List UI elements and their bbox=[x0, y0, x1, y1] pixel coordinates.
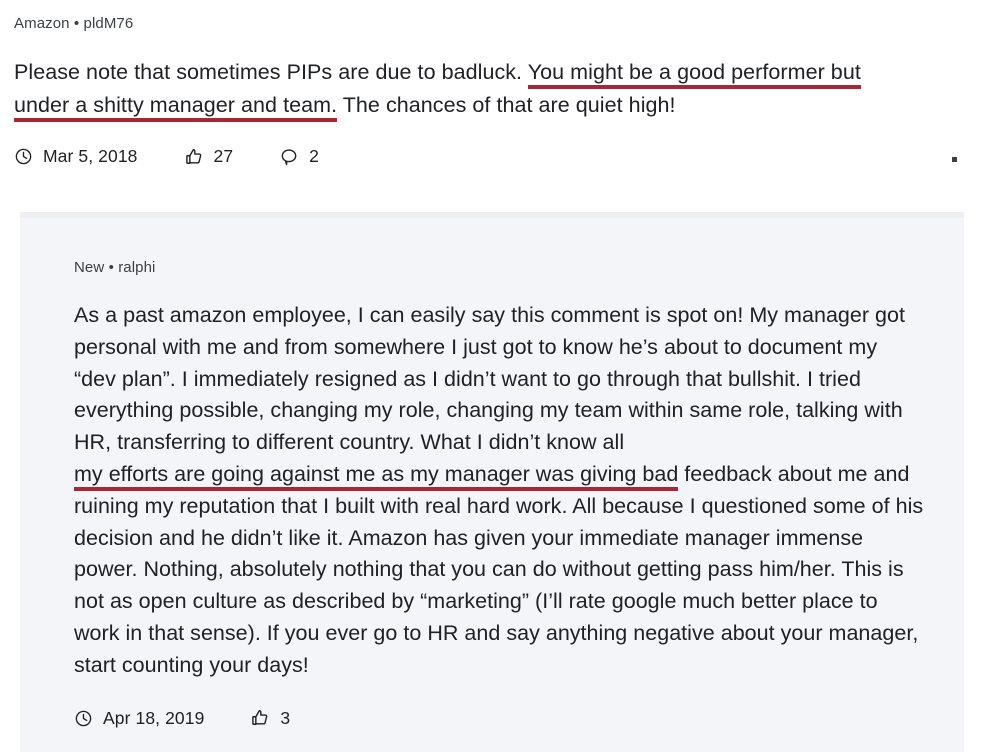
post-source-label: Amazon • pldM76 bbox=[14, 15, 134, 32]
post-comments[interactable]: 2 bbox=[279, 146, 319, 167]
clock-icon bbox=[74, 709, 93, 728]
reply-likes[interactable]: 3 bbox=[250, 708, 290, 729]
post-body-highlight-3: under a shitty manager and team. bbox=[14, 93, 338, 117]
reply-likes-count: 3 bbox=[280, 707, 291, 728]
dot-artifact bbox=[952, 157, 957, 162]
post-body-text-4: The chances of that are quiet high! bbox=[337, 93, 676, 117]
comment-bubble-icon[interactable] bbox=[279, 147, 299, 167]
thumbs-up-icon[interactable] bbox=[250, 708, 270, 728]
post-body-text: Please note that sometimes PIPs are due … bbox=[14, 56, 944, 122]
post-date: Mar 5, 2018 bbox=[14, 146, 138, 167]
thumbs-up-icon[interactable] bbox=[184, 147, 204, 167]
post: Amazon • pldM76 Please note that sometim… bbox=[0, 0, 984, 167]
post-likes-count: 27 bbox=[213, 146, 234, 166]
reply-body-text-2: feedback about me and ruining my reputat… bbox=[74, 461, 924, 677]
reply-card: New • ralphi As a past amazon employee, … bbox=[20, 212, 964, 752]
post-comments-count: 2 bbox=[309, 146, 320, 166]
reply-date: Apr 18, 2019 bbox=[74, 708, 204, 729]
post-date-label: Mar 5, 2018 bbox=[43, 146, 138, 166]
reply-content: New • ralphi As a past amazon employee, … bbox=[20, 218, 964, 729]
post-likes[interactable]: 27 bbox=[184, 146, 234, 167]
post-meta-row: Mar 5, 2018 27 2 bbox=[14, 146, 968, 167]
clock-icon bbox=[14, 147, 33, 166]
reply-date-label: Apr 18, 2019 bbox=[103, 707, 205, 728]
post-body-text-0: Please note that sometimes PIPs are due … bbox=[14, 60, 528, 84]
reply-body-text: As a past amazon employee, I can easily … bbox=[74, 300, 924, 682]
reply-body-highlight-1: my efforts are going against me as my ma… bbox=[74, 461, 679, 486]
post-body-highlight-1: You might be a good performer but bbox=[527, 60, 861, 84]
reply-meta-row: Apr 18, 2019 3 bbox=[74, 708, 926, 729]
reply-source-label: New • ralphi bbox=[74, 259, 156, 276]
reply-body-text-0: As a past amazon employee, I can easily … bbox=[74, 303, 905, 455]
